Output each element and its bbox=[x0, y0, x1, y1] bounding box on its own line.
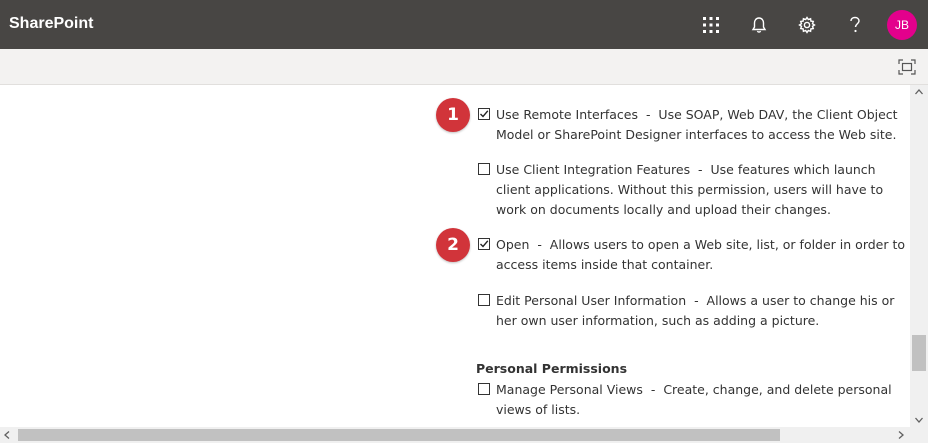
scroll-up-arrow-icon[interactable] bbox=[915, 87, 923, 97]
suite-bar: SharePoint JB bbox=[0, 0, 928, 49]
horizontal-scroll-thumb[interactable] bbox=[18, 429, 780, 441]
help-question-icon[interactable] bbox=[843, 13, 867, 37]
permission-edit-personal-user-information: Edit Personal User Information - Allows … bbox=[478, 291, 908, 331]
permission-checkbox[interactable] bbox=[478, 163, 490, 175]
permission-manage-personal-views: Manage Personal Views - Create, change, … bbox=[478, 380, 908, 420]
permission-name: Edit Personal User Information bbox=[496, 293, 687, 308]
permissions-panel: —— —— ———— ——— 1 Use Remote Interfaces -… bbox=[0, 85, 910, 427]
section-title-personal-permissions: Personal Permissions bbox=[476, 361, 628, 376]
permission-checkbox[interactable] bbox=[478, 383, 490, 395]
permission-name: Open bbox=[496, 237, 530, 252]
scroll-left-arrow-icon[interactable] bbox=[4, 431, 10, 441]
scroll-down-arrow-icon[interactable] bbox=[915, 415, 923, 425]
permission-label: Use Client Integration Features - Use fe… bbox=[496, 162, 884, 217]
permission-label: Edit Personal User Information - Allows … bbox=[496, 293, 895, 328]
settings-gear-icon[interactable] bbox=[795, 13, 819, 37]
app-title[interactable]: SharePoint bbox=[9, 15, 93, 33]
permission-open: Open - Allows users to open a Web site, … bbox=[478, 235, 908, 275]
notifications-bell-icon[interactable] bbox=[747, 13, 771, 37]
focus-mode-icon[interactable] bbox=[898, 59, 916, 75]
permission-name: Use Remote Interfaces bbox=[496, 107, 639, 122]
vertical-scrollbar[interactable] bbox=[910, 85, 928, 427]
permission-name: Use Client Integration Features bbox=[496, 162, 691, 177]
command-bar bbox=[0, 49, 928, 85]
permission-label: Use Remote Interfaces - Use SOAP, Web DA… bbox=[496, 107, 898, 142]
permission-use-remote-interfaces: Use Remote Interfaces - Use SOAP, Web DA… bbox=[478, 105, 908, 145]
user-avatar[interactable]: JB bbox=[887, 10, 917, 40]
permission-label: Manage Personal Views - Create, change, … bbox=[496, 382, 892, 417]
permission-use-client-integration-features: Use Client Integration Features - Use fe… bbox=[478, 160, 908, 220]
scrollbar-corner bbox=[910, 427, 928, 443]
permission-checkbox[interactable] bbox=[478, 238, 490, 250]
scroll-right-arrow-icon[interactable] bbox=[898, 431, 904, 441]
permission-checkbox[interactable] bbox=[478, 294, 490, 306]
permission-name: Manage Personal Views bbox=[496, 382, 643, 397]
permission-label: Open - Allows users to open a Web site, … bbox=[496, 237, 906, 272]
horizontal-scrollbar[interactable] bbox=[0, 427, 910, 443]
step-marker-2: 2 bbox=[436, 228, 470, 262]
app-launcher-icon[interactable] bbox=[699, 13, 723, 37]
permission-checkbox[interactable] bbox=[478, 108, 490, 120]
truncated-row-text: —— —— ———— ——— bbox=[496, 85, 650, 88]
permission-description: Allows users to open a Web site, list, o… bbox=[496, 237, 906, 272]
step-marker-1: 1 bbox=[436, 98, 470, 132]
vertical-scroll-thumb[interactable] bbox=[912, 335, 926, 371]
